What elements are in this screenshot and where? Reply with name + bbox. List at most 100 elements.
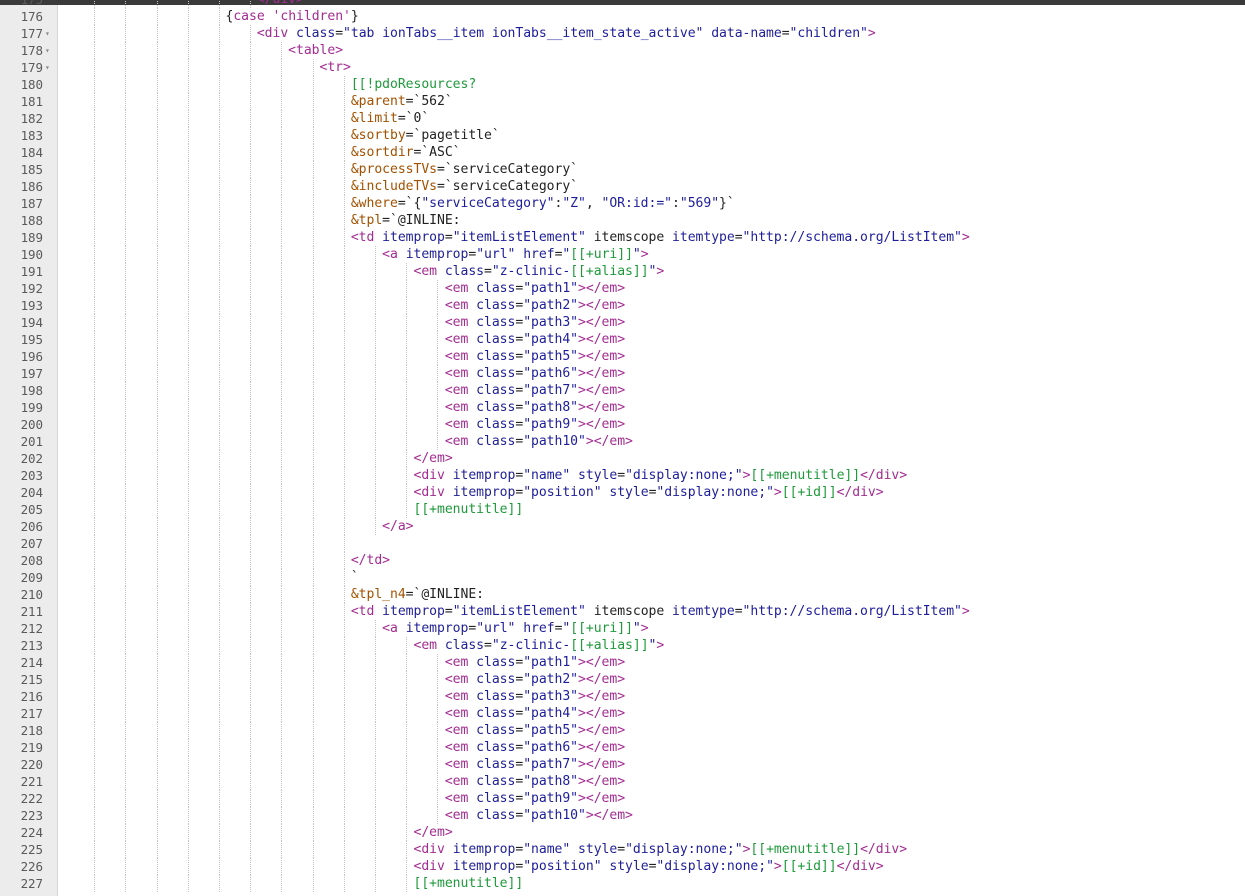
line-number[interactable]: 182 bbox=[0, 110, 43, 127]
code-text[interactable]: <td itemprop="itemListElement" itemscope… bbox=[61, 229, 970, 246]
line-number[interactable]: 210 bbox=[0, 586, 43, 603]
line-number[interactable]: 208 bbox=[0, 552, 43, 569]
code-text[interactable]: <em class="z-clinic-[[+alias]]"> bbox=[61, 263, 665, 280]
line-number[interactable]: 180 bbox=[0, 76, 43, 93]
line-number[interactable]: 188 bbox=[0, 212, 43, 229]
code-text[interactable]: <div itemprop="name" style="display:none… bbox=[61, 467, 908, 484]
code-text[interactable]: <tr> bbox=[61, 59, 351, 76]
line-number[interactable]: 206 bbox=[0, 518, 43, 535]
line-number[interactable]: 178 bbox=[0, 42, 43, 59]
code-line[interactable]: 198 <em class="path7"></em> bbox=[0, 382, 1245, 399]
line-number[interactable]: 209 bbox=[0, 569, 43, 586]
code-line[interactable]: 224 </em> bbox=[0, 824, 1245, 841]
code-text[interactable]: <em class="path5"></em> bbox=[61, 348, 625, 365]
fold-arrow-icon[interactable]: ▾ bbox=[45, 42, 50, 59]
code-text[interactable]: <em class="path3"></em> bbox=[61, 688, 625, 705]
code-text[interactable]: <a itemprop="url" href="[[+uri]]"> bbox=[61, 620, 648, 637]
line-number[interactable]: 224 bbox=[0, 824, 43, 841]
line-number[interactable]: 216 bbox=[0, 688, 43, 705]
code-line[interactable]: 206 </a> bbox=[0, 518, 1245, 535]
line-number[interactable]: 200 bbox=[0, 416, 43, 433]
code-line[interactable]: 177 ▾ <div class="tab ionTabs__item ionTa… bbox=[0, 25, 1245, 42]
code-text[interactable]: [[+menutitle]] bbox=[61, 875, 524, 892]
line-number[interactable]: 194 bbox=[0, 314, 43, 331]
line-number[interactable]: 202 bbox=[0, 450, 43, 467]
code-line[interactable]: 219 <em class="path6"></em> bbox=[0, 739, 1245, 756]
code-line[interactable]: 197 <em class="path6"></em> bbox=[0, 365, 1245, 382]
code-text[interactable]: <em class="path7"></em> bbox=[61, 382, 625, 399]
code-line[interactable]: 207 bbox=[0, 535, 1245, 552]
code-line[interactable]: 208 </td> bbox=[0, 552, 1245, 569]
code-text[interactable]: <em class="path5"></em> bbox=[61, 722, 625, 739]
code-line[interactable]: 202 </em> bbox=[0, 450, 1245, 467]
code-text[interactable]: <em class="path3"></em> bbox=[61, 314, 625, 331]
code-line[interactable]: 180 [[!pdoResources? bbox=[0, 76, 1245, 93]
fold-arrow-icon[interactable]: ▾ bbox=[45, 25, 50, 42]
code-line[interactable]: 214 <em class="path1"></em> bbox=[0, 654, 1245, 671]
code-line[interactable]: 213 <em class="z-clinic-[[+alias]]"> bbox=[0, 637, 1245, 654]
line-number[interactable]: 185 bbox=[0, 161, 43, 178]
line-number[interactable]: 187 bbox=[0, 195, 43, 212]
code-line[interactable]: 217 <em class="path4"></em> bbox=[0, 705, 1245, 722]
line-number[interactable]: 198 bbox=[0, 382, 43, 399]
code-line[interactable]: 196 <em class="path5"></em> bbox=[0, 348, 1245, 365]
code-line[interactable]: 212 <a itemprop="url" href="[[+uri]]"> bbox=[0, 620, 1245, 637]
line-number[interactable]: 227 bbox=[0, 875, 43, 892]
code-text[interactable]: <em class="path4"></em> bbox=[61, 331, 625, 348]
line-number[interactable]: 207 bbox=[0, 535, 43, 552]
code-text[interactable]: <em class="path4"></em> bbox=[61, 705, 625, 722]
code-text[interactable]: <em class="path8"></em> bbox=[61, 399, 625, 416]
code-line[interactable]: 195 <em class="path4"></em> bbox=[0, 331, 1245, 348]
line-number[interactable]: 195 bbox=[0, 331, 43, 348]
line-number[interactable]: 186 bbox=[0, 178, 43, 195]
code-text[interactable]: <em class="path10"></em> bbox=[61, 433, 633, 450]
line-number[interactable]: 213 bbox=[0, 637, 43, 654]
line-number[interactable]: 177 bbox=[0, 25, 43, 42]
code-text[interactable]: <em class="path7"></em> bbox=[61, 756, 625, 773]
line-number[interactable]: 205 bbox=[0, 501, 43, 518]
code-line[interactable]: 176 {case 'children'} bbox=[0, 8, 1245, 25]
line-number[interactable]: 181 bbox=[0, 93, 43, 110]
code-line[interactable]: 188 &tpl=`@INLINE: bbox=[0, 212, 1245, 229]
line-number[interactable]: 193 bbox=[0, 297, 43, 314]
code-line[interactable]: 210 &tpl_n4=`@INLINE: bbox=[0, 586, 1245, 603]
line-number[interactable]: 211 bbox=[0, 603, 43, 620]
code-line[interactable]: 183 &sortby=`pagetitle` bbox=[0, 127, 1245, 144]
code-text[interactable]: {case 'children'} bbox=[61, 8, 358, 25]
code-text[interactable]: &where=`{"serviceCategory":"Z", "OR:id:=… bbox=[61, 195, 735, 212]
code-line[interactable]: 200 <em class="path9"></em> bbox=[0, 416, 1245, 433]
code-line[interactable]: 223 <em class="path10"></em> bbox=[0, 807, 1245, 824]
code-line[interactable]: 181 &parent=`562` bbox=[0, 93, 1245, 110]
line-number[interactable]: 218 bbox=[0, 722, 43, 739]
line-number[interactable]: 222 bbox=[0, 790, 43, 807]
code-line[interactable]: 222 <em class="path9"></em> bbox=[0, 790, 1245, 807]
code-text[interactable]: <div class="tab ionTabs__item ionTabs__i… bbox=[61, 25, 876, 42]
code-line[interactable]: 193 <em class="path2"></em> bbox=[0, 297, 1245, 314]
code-line[interactable]: 218 <em class="path5"></em> bbox=[0, 722, 1245, 739]
code-line[interactable]: 186 &includeTVs=`serviceCategory` bbox=[0, 178, 1245, 195]
code-line[interactable]: 187 &where=`{"serviceCategory":"Z", "OR:… bbox=[0, 195, 1245, 212]
line-number[interactable]: 192 bbox=[0, 280, 43, 297]
code-line[interactable]: 226 <div itemprop="position" style="disp… bbox=[0, 858, 1245, 875]
code-line[interactable]: 185 &processTVs=`serviceCategory` bbox=[0, 161, 1245, 178]
line-number[interactable]: 223 bbox=[0, 807, 43, 824]
code-text[interactable]: &tpl=`@INLINE: bbox=[61, 212, 461, 229]
code-text[interactable]: ` bbox=[61, 569, 359, 586]
line-number[interactable]: 183 bbox=[0, 127, 43, 144]
code-line[interactable]: 182 &limit=`0` bbox=[0, 110, 1245, 127]
line-number[interactable]: 204 bbox=[0, 484, 43, 501]
code-text[interactable]: &includeTVs=`serviceCategory` bbox=[61, 178, 578, 195]
code-line[interactable]: 184 &sortdir=`ASC` bbox=[0, 144, 1245, 161]
fold-arrow-icon[interactable]: ▾ bbox=[45, 59, 50, 76]
line-number[interactable]: 203 bbox=[0, 467, 43, 484]
code-text[interactable]: <div itemprop="position" style="display:… bbox=[61, 858, 884, 875]
code-line[interactable]: 194 <em class="path3"></em> bbox=[0, 314, 1245, 331]
code-text[interactable]: </div> bbox=[61, 0, 304, 8]
line-number[interactable]: 215 bbox=[0, 671, 43, 688]
code-line[interactable]: 209 ` bbox=[0, 569, 1245, 586]
code-text[interactable]: </a> bbox=[61, 518, 413, 535]
code-line[interactable]: 225 <div itemprop="name" style="display:… bbox=[0, 841, 1245, 858]
code-text[interactable]: </td> bbox=[61, 552, 390, 569]
line-number[interactable]: 199 bbox=[0, 399, 43, 416]
code-line[interactable]: 205 [[+menutitle]] bbox=[0, 501, 1245, 518]
